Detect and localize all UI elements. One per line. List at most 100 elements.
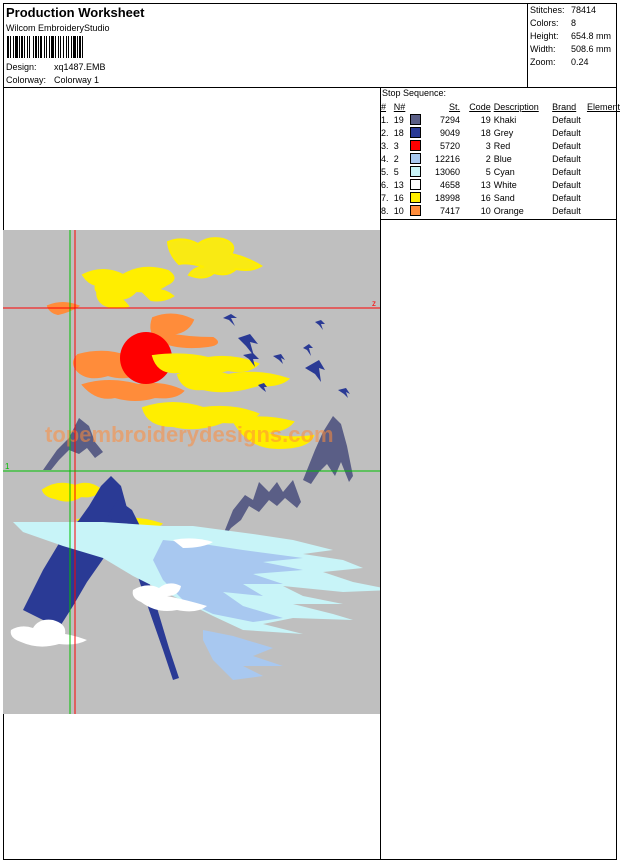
stop-brand: Default	[552, 153, 581, 164]
design-value: xq1487.EMB	[54, 62, 106, 72]
stats-panel: Stitches: 78414 Colors: 8 Height: 654.8 mm …	[530, 5, 611, 70]
barcode-bar	[83, 36, 85, 58]
color-swatch	[409, 205, 421, 217]
stop-sequence-table: # N# St. Code Description Brand Element …	[381, 100, 620, 217]
stop-needle: 18	[393, 127, 404, 138]
stop-code: 3	[485, 140, 491, 151]
stop-seq: 2.	[381, 127, 389, 138]
stop-description: Grey	[493, 127, 514, 138]
stop-brand: Default	[552, 127, 581, 138]
swatch-cell	[409, 165, 423, 178]
color-swatch	[409, 192, 421, 204]
stop-description: Blue	[493, 153, 512, 164]
stop-needle: 2	[393, 153, 399, 164]
stop-needle: 13	[393, 179, 404, 190]
stop-needle: 16	[393, 192, 404, 203]
stop-row: 4. 2 12216 2 Blue Default	[381, 152, 620, 165]
swatch-cell	[409, 113, 423, 126]
barcode	[7, 36, 131, 58]
stop-seq: 5.	[381, 166, 389, 177]
stop-element	[587, 152, 620, 165]
color-swatch	[409, 114, 421, 126]
stop-needle: 3	[393, 140, 399, 151]
stop-seq: 8.	[381, 205, 389, 216]
design-row: Design: xq1487.EMB	[6, 62, 106, 73]
stop-description: Cyan	[493, 166, 515, 177]
stop-needle: 10	[393, 205, 404, 216]
stat-row-width: Width: 508.6 mm	[530, 44, 611, 57]
colorway-label: Colorway:	[6, 75, 47, 85]
color-swatch	[409, 153, 421, 165]
stop-stitches: 4658	[440, 179, 461, 190]
stop-code: 13	[480, 179, 491, 190]
page-title: Production Worksheet	[6, 5, 145, 20]
stop-row: 5. 5 13060 5 Cyan Default	[381, 165, 620, 178]
stop-row: 7. 16 18998 16 Sand Default	[381, 191, 620, 204]
design-label: Design:	[6, 62, 37, 72]
col-header-stitches: St.	[449, 101, 461, 112]
stop-seq: 7.	[381, 192, 389, 203]
stop-element	[587, 204, 620, 217]
swatch-cell	[409, 139, 423, 152]
col-header-description: Description	[493, 101, 539, 112]
swatch-cell	[409, 191, 423, 204]
stop-brand: Default	[552, 114, 581, 125]
stop-seq: 6.	[381, 179, 389, 190]
stop-brand: Default	[552, 140, 581, 151]
stop-description: White	[493, 179, 517, 190]
colorway-row: Colorway: Colorway 1	[6, 75, 99, 86]
stats-divider	[527, 3, 528, 87]
stop-needle: 5	[393, 166, 399, 177]
stat-label: Stitches:	[530, 5, 565, 15]
stop-stitches: 13060	[435, 166, 461, 177]
stop-element	[587, 139, 620, 152]
stat-row-colors: Colors: 8	[530, 18, 611, 31]
stop-sequence-title: Stop Sequence:	[382, 88, 447, 98]
swatch-cell	[409, 178, 423, 191]
stop-element	[587, 113, 620, 126]
embroidery-artwork: topembroiderydesigns.com z 1	[3, 230, 380, 714]
color-swatch	[409, 179, 421, 191]
stop-element	[587, 165, 620, 178]
stat-value: 78414	[571, 5, 597, 15]
stat-label: Zoom:	[530, 57, 556, 67]
stat-value: 0.24	[571, 57, 589, 67]
swatch-cell	[409, 152, 423, 165]
stop-row: 3. 3 5720 3 Red Default	[381, 139, 620, 152]
stop-seq: 3.	[381, 140, 389, 151]
colorway-value: Colorway 1	[54, 75, 100, 85]
color-swatch	[409, 166, 421, 178]
stop-code: 2	[485, 153, 491, 164]
col-header-needle: N#	[393, 101, 406, 112]
col-header-seq: #	[381, 101, 387, 112]
stop-row: 6. 13 4658 13 White Default	[381, 178, 620, 191]
color-swatch	[409, 140, 421, 152]
col-header-code: Code	[469, 101, 491, 112]
stop-code: 5	[485, 166, 491, 177]
design-preview: topembroiderydesigns.com z 1	[3, 230, 380, 714]
stop-stitches: 9049	[440, 127, 461, 138]
stat-row-height: Height: 654.8 mm	[530, 31, 611, 44]
axis-label-z: z	[372, 299, 376, 308]
stop-row: 1. 19 7294 19 Khaki Default	[381, 113, 620, 126]
stop-stitches: 18998	[435, 192, 461, 203]
stop-brand: Default	[552, 192, 581, 203]
stop-code: 10	[480, 205, 491, 216]
stop-brand: Default	[552, 166, 581, 177]
stop-seq: 1.	[381, 114, 389, 125]
stop-stitches: 5720	[440, 140, 461, 151]
col-header-swatch	[410, 100, 423, 113]
header-divider	[3, 87, 617, 88]
stop-description: Khaki	[493, 114, 517, 125]
stop-brand: Default	[552, 205, 581, 216]
stop-element	[587, 178, 620, 191]
stop-seq: 4.	[381, 153, 389, 164]
stat-row-zoom: Zoom: 0.24	[530, 57, 611, 70]
stat-label: Colors:	[530, 18, 559, 28]
stat-label: Width:	[530, 44, 556, 54]
stop-stitches: 7294	[440, 114, 461, 125]
stop-needle: 19	[393, 114, 404, 125]
table-header-row: # N# St. Code Description Brand Element	[381, 100, 620, 113]
stop-row: 8. 10 7417 10 Orange Default	[381, 204, 620, 217]
swatch-cell	[409, 204, 423, 217]
